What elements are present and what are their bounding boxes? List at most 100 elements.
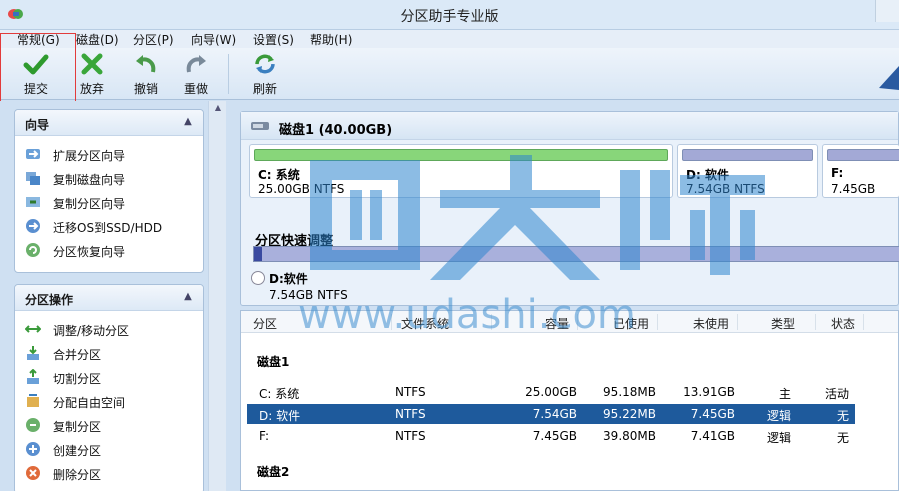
col-filesystem[interactable]: 文件系统	[401, 315, 449, 332]
col-type[interactable]: 类型	[771, 315, 795, 332]
cell-type: 主	[778, 387, 791, 401]
main-area: 磁盘1 (40.00GB) C: 系统 25.00GB NTFS D: 软件 7…	[232, 101, 899, 491]
merge-icon	[27, 346, 39, 360]
quick-partition-name: D:软件	[269, 272, 308, 286]
discard-button[interactable]: 放弃	[72, 52, 112, 98]
submit-button[interactable]: 提交	[16, 52, 56, 98]
extend-icon	[26, 149, 40, 159]
cell-partition: F:	[259, 429, 270, 443]
table-row[interactable]: D: 软件 NTFS 7.54GB 95.22MB 7.45GB 逻辑 无	[247, 404, 855, 424]
disk1-header: 磁盘1 (40.00GB)	[241, 112, 898, 140]
collapse-up-icon[interactable]: ▲	[181, 115, 195, 129]
wizard-item-label: 复制磁盘向导	[53, 173, 126, 187]
partition-size: 25.00GB NTFS	[258, 182, 345, 196]
delete-icon	[26, 466, 40, 480]
partition-usage-bar	[827, 149, 899, 161]
op-item-resize[interactable]: 调整/移动分区	[15, 317, 203, 341]
col-used[interactable]: 已使用	[613, 315, 649, 332]
wizard-group: 向导 ▲ 扩展分区向导 复制磁盘向导 复制分区向导 迁移OS到SSD/HDD 分…	[14, 109, 204, 273]
partition-name: D: 软件	[686, 168, 729, 182]
col-free[interactable]: 未使用	[693, 315, 729, 332]
cell-partition: D: 软件	[259, 409, 301, 423]
toolbar: 提交 放弃 撤销 重做 刷新	[0, 48, 899, 100]
recover-icon	[26, 243, 40, 257]
operations-group: 分区操作 ▲ 调整/移动分区 合并分区 切割分区 分配自由空间 复制分区 创建分…	[14, 284, 204, 491]
col-separator	[815, 314, 816, 330]
wizard-item-extend[interactable]: 扩展分区向导	[15, 142, 203, 166]
refresh-button[interactable]: 刷新	[245, 52, 285, 98]
wizard-group-header[interactable]: 向导 ▲	[15, 110, 203, 136]
toolbar-separator	[228, 54, 229, 94]
partition-name: C: 系统	[258, 168, 300, 182]
cell-filesystem: NTFS	[395, 429, 426, 443]
copy-icon	[26, 418, 40, 432]
wizard-group-title: 向导	[25, 118, 50, 132]
table-row[interactable]: C: 系统 NTFS 25.00GB 95.18MB 13.91GB 主 活动	[247, 382, 855, 402]
table-disk1-label: 磁盘1	[257, 355, 290, 369]
wizard-item-copy-partition[interactable]: 复制分区向导	[15, 190, 203, 214]
table-header: 分区 文件系统 容量 已使用 未使用 类型 状态	[241, 311, 898, 333]
checkmark-icon	[23, 54, 49, 75]
migrate-icon	[26, 219, 40, 233]
partition-card-c[interactable]: C: 系统 25.00GB NTFS	[249, 144, 673, 198]
refresh-icon	[255, 54, 275, 74]
wizard-item-label: 分区恢复向导	[53, 245, 126, 259]
cell-free: 13.91GB	[683, 385, 735, 399]
col-status[interactable]: 状态	[831, 315, 855, 332]
window-control-button[interactable]	[875, 0, 899, 22]
partition-name: F:	[831, 166, 844, 180]
left-scrollbar[interactable]: ▲	[208, 101, 226, 491]
operations-group-header[interactable]: 分区操作 ▲	[15, 285, 203, 311]
cell-used: 95.22MB	[603, 407, 656, 421]
menu-help[interactable]: 帮助(H)	[310, 31, 352, 48]
quick-adjust-radio[interactable]	[251, 271, 265, 285]
partition-card-d[interactable]: D: 软件 7.54GB NTFS	[677, 144, 818, 198]
op-item-label: 创建分区	[53, 444, 102, 458]
menu-partition[interactable]: 分区(P)	[133, 31, 174, 48]
scroll-up-icon[interactable]: ▲	[212, 103, 224, 115]
cell-status: 无	[836, 409, 849, 423]
cell-filesystem: NTFS	[395, 407, 426, 421]
cell-capacity: 7.54GB	[532, 407, 577, 421]
col-partition[interactable]: 分区	[253, 315, 277, 332]
resize-icon	[25, 325, 41, 333]
menu-disk[interactable]: 磁盘(D)	[76, 31, 119, 48]
cell-capacity: 25.00GB	[525, 385, 577, 399]
cell-used: 95.18MB	[603, 385, 656, 399]
undo-label: 撤销	[133, 82, 158, 96]
undo-button[interactable]: 撤销	[126, 52, 166, 98]
op-item-allocate[interactable]: 分配自由空间	[15, 389, 203, 413]
partition-usage-bar	[682, 149, 813, 161]
col-separator	[491, 314, 492, 330]
quick-adjust-slider[interactable]	[253, 246, 899, 262]
col-capacity[interactable]: 容量	[545, 315, 569, 332]
menu-settings[interactable]: 设置(S)	[253, 31, 294, 48]
cell-free: 7.45GB	[690, 407, 735, 421]
wizard-item-migrate-os[interactable]: 迁移OS到SSD/HDD	[15, 214, 203, 238]
op-item-merge[interactable]: 合并分区	[15, 341, 203, 365]
op-item-delete[interactable]: 删除分区	[15, 461, 203, 485]
op-item-copy[interactable]: 复制分区	[15, 413, 203, 437]
left-panel: 向导 ▲ 扩展分区向导 复制磁盘向导 复制分区向导 迁移OS到SSD/HDD 分…	[0, 101, 230, 491]
wizard-item-recover[interactable]: 分区恢复向导	[15, 238, 203, 262]
op-item-label: 调整/移动分区	[53, 324, 130, 338]
discard-label: 放弃	[79, 82, 104, 96]
op-item-label: 切割分区	[53, 372, 102, 386]
col-separator	[863, 314, 864, 330]
redo-button[interactable]: 重做	[176, 52, 216, 98]
title-bar: 分区助手专业版	[0, 0, 899, 30]
cell-used: 39.80MB	[603, 429, 656, 443]
cell-capacity: 7.45GB	[532, 429, 577, 443]
table-row[interactable]: F: NTFS 7.45GB 39.80MB 7.41GB 逻辑 无	[247, 426, 855, 446]
wizard-item-label: 迁移OS到SSD/HDD	[53, 221, 163, 235]
op-item-split[interactable]: 切割分区	[15, 365, 203, 389]
op-item-label: 复制分区	[53, 420, 102, 434]
wizard-item-copy-disk[interactable]: 复制磁盘向导	[15, 166, 203, 190]
partition-card-f[interactable]: F: 7.45GB NTF	[822, 144, 899, 198]
menu-general[interactable]: 常规(G)	[17, 31, 60, 48]
collapse-up-icon[interactable]: ▲	[181, 290, 195, 304]
op-item-create[interactable]: 创建分区	[15, 437, 203, 461]
menu-wizard[interactable]: 向导(W)	[191, 31, 236, 48]
redo-label: 重做	[183, 82, 208, 96]
disk-map: 磁盘1 (40.00GB) C: 系统 25.00GB NTFS D: 软件 7…	[240, 111, 899, 306]
